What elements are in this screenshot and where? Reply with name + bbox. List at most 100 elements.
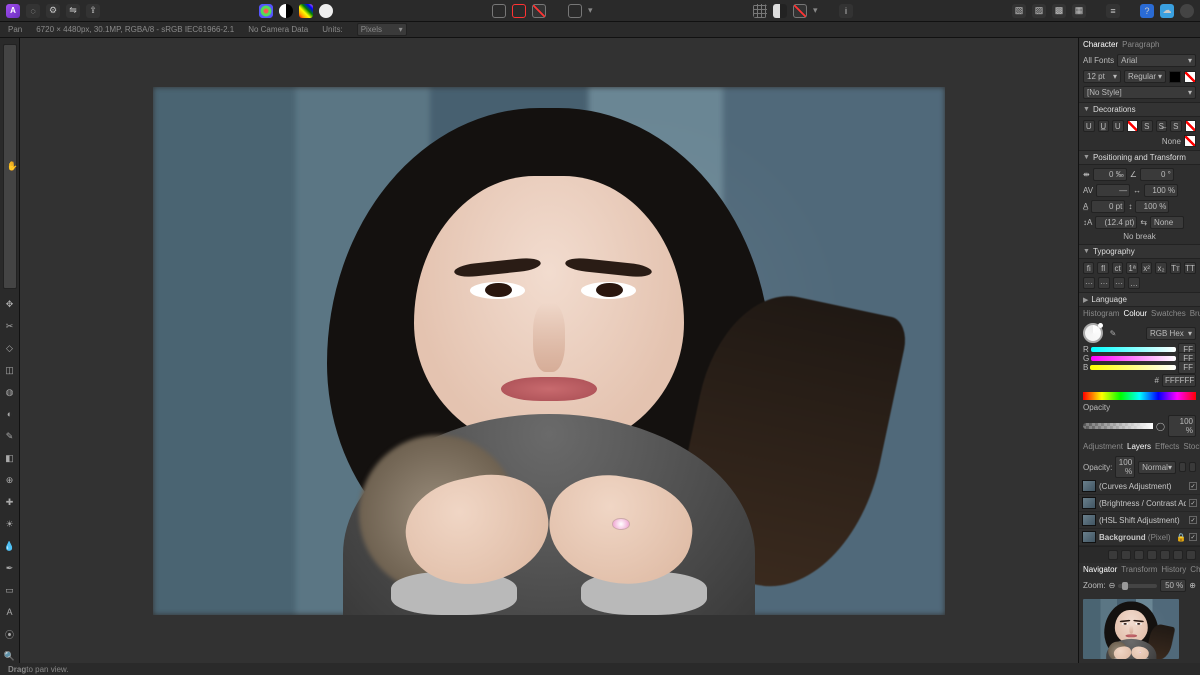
group-layer-icon[interactable] <box>1160 550 1170 560</box>
discretionary-btn[interactable]: fl <box>1097 262 1108 274</box>
grid-icon[interactable] <box>753 4 767 18</box>
tab-history[interactable]: History <box>1161 565 1186 574</box>
strikethrough-btn[interactable]: S <box>1141 120 1153 132</box>
allcaps-btn[interactable]: TT <box>1184 262 1196 274</box>
font-weight-select[interactable]: Regular▾ <box>1124 70 1166 83</box>
hand-tool-icon[interactable]: ✋ <box>3 44 17 289</box>
double-underline-btn[interactable]: U̲ <box>1098 120 1110 132</box>
dropdown-caret-icon[interactable]: ▾ <box>588 5 594 16</box>
shear-input[interactable]: 0 ° <box>1140 168 1174 181</box>
tab-channels[interactable]: Channels <box>1190 565 1200 574</box>
slider-g[interactable] <box>1091 356 1176 361</box>
arrange-front-icon[interactable]: ▦ <box>1072 4 1086 18</box>
file-open-icon[interactable]: ◌ <box>26 4 40 18</box>
char-style-select[interactable]: [No Style]▾ <box>1083 86 1196 99</box>
delete-layer-icon[interactable] <box>1186 550 1196 560</box>
value-b[interactable]: FF <box>1178 361 1196 374</box>
layer-visibility-checkbox[interactable]: ✓ <box>1189 516 1197 524</box>
text-stroke-swatch[interactable] <box>1184 71 1196 83</box>
pen-tool-icon[interactable]: ✒ <box>3 561 17 575</box>
quickmask-icon[interactable] <box>568 4 582 18</box>
typo-opt1-btn[interactable]: ··· <box>1083 277 1095 289</box>
underline-color-btn[interactable]: U <box>1112 120 1124 132</box>
font-family-select[interactable]: Arial▾ <box>1117 54 1196 67</box>
spectrum-picker[interactable] <box>1083 392 1196 400</box>
zoom-tool-icon[interactable]: 🔍 <box>3 649 17 663</box>
leading-override-select[interactable]: None <box>1150 216 1184 229</box>
font-size-select[interactable]: 12 pt▾ <box>1083 70 1121 83</box>
blend-mode-select[interactable]: Normal▾ <box>1138 461 1176 474</box>
underline-swatch[interactable] <box>1127 120 1139 132</box>
layer-cog-icon[interactable] <box>1179 462 1186 472</box>
opacity-input[interactable]: 100 % <box>1168 415 1196 437</box>
tab-adjustment[interactable]: Adjustment <box>1083 442 1123 451</box>
arrange-frontone-icon[interactable]: ▩ <box>1052 4 1066 18</box>
arrange-back-icon[interactable]: ▧ <box>1012 4 1026 18</box>
help-icon[interactable]: ? <box>1140 4 1154 18</box>
layer-row[interactable]: (Brightness / Contrast Adjustment)✓ <box>1079 495 1200 512</box>
navigator-thumbnail[interactable] <box>1083 599 1179 659</box>
tab-colour[interactable]: Colour <box>1123 309 1147 318</box>
layer-fx-icon[interactable] <box>1189 462 1196 472</box>
tab-paragraph[interactable]: Paragraph <box>1122 40 1159 49</box>
zoom-out-icon[interactable]: ⊖ <box>1109 581 1116 590</box>
tracking-input[interactable]: 0 ‰ <box>1093 168 1127 181</box>
gear-icon[interactable]: ⚙ <box>46 4 60 18</box>
text-fill-swatch[interactable] <box>1169 71 1181 83</box>
persona-tonemap-icon[interactable] <box>319 4 333 18</box>
pixel-layer-icon[interactable] <box>1173 550 1183 560</box>
ordinals-btn[interactable]: 1ª <box>1126 262 1137 274</box>
brush-tool-icon[interactable]: ✎ <box>3 429 17 443</box>
typo-opt3-btn[interactable]: ··· <box>1113 277 1125 289</box>
tab-character[interactable]: Character <box>1083 40 1118 49</box>
strike-swatch[interactable] <box>1185 120 1197 132</box>
tab-effects[interactable]: Effects <box>1155 442 1179 451</box>
user-avatar-icon[interactable] <box>1180 4 1194 18</box>
mirror-icon[interactable]: ⇋ <box>66 4 80 18</box>
vscale-input[interactable]: 100 % <box>1135 200 1169 213</box>
tab-histogram[interactable]: Histogram <box>1083 309 1119 318</box>
selection-subtract-icon[interactable] <box>532 4 546 18</box>
splitview-icon[interactable] <box>773 4 787 18</box>
subscript-btn[interactable]: x₂ <box>1155 262 1166 274</box>
align-icon[interactable]: ≡ <box>1106 4 1120 18</box>
text-bg-swatch[interactable] <box>1184 135 1196 147</box>
crop-tool-icon[interactable]: ✂ <box>3 319 17 333</box>
snapping-icon[interactable] <box>793 4 807 18</box>
flood-tool-icon[interactable]: ◍ <box>3 385 17 399</box>
zoom-value[interactable]: 50 % <box>1160 579 1186 592</box>
opacity-slider[interactable] <box>1083 423 1153 429</box>
mask-layer-icon[interactable] <box>1108 550 1118 560</box>
erase-tool-icon[interactable]: ◧ <box>3 451 17 465</box>
arrange-backone-icon[interactable]: ▨ <box>1032 4 1046 18</box>
tab-layers[interactable]: Layers <box>1127 442 1151 451</box>
selection-add-icon[interactable] <box>512 4 526 18</box>
picker-tool-icon[interactable]: ⦿ <box>3 627 17 641</box>
blur-tool-icon[interactable]: 💧 <box>3 539 17 553</box>
color-ring[interactable] <box>1083 323 1103 343</box>
live-filter-icon[interactable] <box>1147 550 1157 560</box>
contextual-btn[interactable]: ct <box>1112 262 1123 274</box>
clone-tool-icon[interactable]: ⊕ <box>3 473 17 487</box>
tab-stock[interactable]: Stock <box>1183 442 1200 451</box>
hex-input[interactable]: FFFFFF <box>1162 374 1196 387</box>
zoom-slider[interactable] <box>1118 584 1157 588</box>
layer-row[interactable]: (Curves Adjustment)✓ <box>1079 478 1200 495</box>
move-tool-icon[interactable]: ✥ <box>3 297 17 311</box>
language-header[interactable]: ▶Language <box>1079 292 1200 307</box>
layer-visibility-checkbox[interactable]: ✓ <box>1189 499 1197 507</box>
persona-develop-icon[interactable] <box>299 4 313 18</box>
layer-visibility-checkbox[interactable]: ✓ <box>1189 482 1197 490</box>
units-select[interactable]: Pixels▾ <box>357 23 407 36</box>
persona-photo-icon[interactable] <box>259 4 273 18</box>
tab-transform[interactable]: Transform <box>1121 565 1157 574</box>
hscale-input[interactable]: 100 % <box>1144 184 1178 197</box>
ligatures-btn[interactable]: fi <box>1083 262 1094 274</box>
kerning-input[interactable]: — <box>1096 184 1130 197</box>
eyedropper-icon[interactable]: ✎ <box>1106 326 1120 340</box>
zoom-in-icon[interactable]: ⊕ <box>1189 581 1196 590</box>
tab-navigator[interactable]: Navigator <box>1083 565 1117 574</box>
slider-b[interactable] <box>1090 365 1176 370</box>
underline-btn[interactable]: U <box>1083 120 1095 132</box>
tab-swatches[interactable]: Swatches <box>1151 309 1186 318</box>
